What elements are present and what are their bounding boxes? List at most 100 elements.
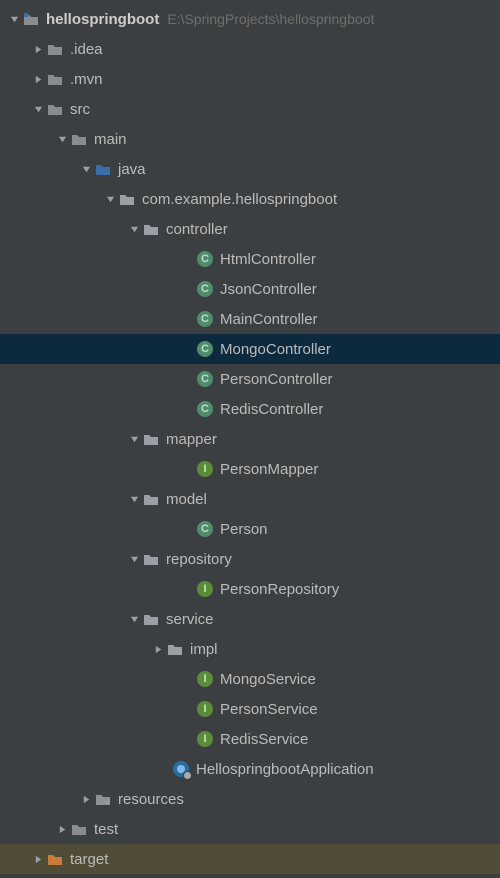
folder-icon — [46, 850, 64, 868]
tree-node-root[interactable]: hellospringboot E:\SpringProjects\hellosp… — [0, 4, 500, 34]
tree-arrow-down-icon[interactable] — [54, 131, 70, 147]
tree-node-label: JsonController — [220, 281, 317, 298]
tree-node-label: model — [166, 491, 207, 508]
tree-node-label: RedisController — [220, 401, 323, 418]
tree-node-test[interactable]: test — [0, 814, 500, 844]
tree-node-label: HtmlController — [220, 251, 316, 268]
interface-icon: I — [196, 460, 214, 478]
tree-node-personRepository[interactable]: I PersonRepository — [0, 574, 500, 604]
tree-node-model[interactable]: model — [0, 484, 500, 514]
tree-arrow-right-icon[interactable] — [30, 41, 46, 57]
interface-icon: I — [196, 730, 214, 748]
tree-arrow-down-icon[interactable] — [30, 101, 46, 117]
tree-node-mongoController[interactable]: C MongoController — [0, 334, 500, 364]
tree-node-idea[interactable]: .idea — [0, 34, 500, 64]
tree-node-personController[interactable]: C PersonController — [0, 364, 500, 394]
tree-node-label: .idea — [70, 41, 103, 58]
tree-node-label: PersonRepository — [220, 581, 339, 598]
folder-icon — [142, 430, 160, 448]
tree-node-package[interactable]: com.example.hellospringboot — [0, 184, 500, 214]
folder-icon — [94, 790, 112, 808]
tree-node-jsonController[interactable]: C JsonController — [0, 274, 500, 304]
tree-node-label: hellospringboot — [46, 11, 159, 28]
tree-node-mvn[interactable]: .mvn — [0, 64, 500, 94]
tree-arrow-right-icon[interactable] — [30, 851, 46, 867]
tree-arrow-down-icon[interactable] — [126, 491, 142, 507]
project-tree[interactable]: hellospringboot E:\SpringProjects\hellosp… — [0, 0, 500, 874]
tree-node-label: controller — [166, 221, 228, 238]
tree-node-label: main — [94, 131, 127, 148]
tree-node-mapper[interactable]: mapper — [0, 424, 500, 454]
tree-node-label: resources — [118, 791, 184, 808]
tree-node-java[interactable]: java — [0, 154, 500, 184]
folder-icon — [142, 610, 160, 628]
project-path-hint: E:\SpringProjects\hellospringboot — [167, 11, 374, 27]
tree-arrow-right-icon[interactable] — [54, 821, 70, 837]
tree-node-src[interactable]: src — [0, 94, 500, 124]
tree-node-redisService[interactable]: I RedisService — [0, 724, 500, 754]
folder-icon — [166, 640, 184, 658]
tree-arrow-right-icon[interactable] — [30, 71, 46, 87]
tree-node-person[interactable]: CPerson — [0, 514, 500, 544]
tree-node-personMapper[interactable]: I PersonMapper — [0, 454, 500, 484]
tree-node-htmlController[interactable]: C HtmlController — [0, 244, 500, 274]
tree-node-label: test — [94, 821, 118, 838]
tree-node-label: HellospringbootApplication — [196, 761, 374, 778]
tree-arrow-down-icon[interactable] — [6, 11, 22, 27]
folder-icon — [94, 160, 112, 178]
folder-icon — [46, 100, 64, 118]
tree-node-redisController[interactable]: C RedisController — [0, 394, 500, 424]
folder-icon — [142, 220, 160, 238]
tree-node-label: java — [118, 161, 146, 178]
class-icon: C — [196, 400, 214, 418]
tree-node-label: com.example.hellospringboot — [142, 191, 337, 208]
tree-arrow-down-icon[interactable] — [126, 221, 142, 237]
tree-node-label: PersonMapper — [220, 461, 318, 478]
tree-node-mainController[interactable]: C MainController — [0, 304, 500, 334]
interface-icon: I — [196, 700, 214, 718]
tree-node-mongoService[interactable]: IMongoService — [0, 664, 500, 694]
tree-node-repository[interactable]: repository — [0, 544, 500, 574]
class-icon: C — [196, 520, 214, 538]
spring-boot-app-icon — [172, 760, 190, 778]
class-icon: C — [196, 370, 214, 388]
class-icon: C — [196, 310, 214, 328]
tree-arrow-down-icon[interactable] — [126, 551, 142, 567]
tree-node-label: service — [166, 611, 214, 628]
tree-node-controller[interactable]: controller — [0, 214, 500, 244]
interface-icon: I — [196, 580, 214, 598]
tree-node-personService[interactable]: I PersonService — [0, 694, 500, 724]
tree-node-label: src — [70, 101, 90, 118]
tree-node-label: MongoService — [220, 671, 316, 688]
tree-arrow-down-icon[interactable] — [78, 161, 94, 177]
tree-node-target[interactable]: target — [0, 844, 500, 874]
tree-node-label: impl — [190, 641, 218, 658]
module-icon — [22, 10, 40, 28]
tree-node-label: PersonController — [220, 371, 333, 388]
tree-arrow-down-icon[interactable] — [126, 431, 142, 447]
tree-node-label: RedisService — [220, 731, 308, 748]
class-icon: C — [196, 250, 214, 268]
tree-node-label: repository — [166, 551, 232, 568]
folder-icon — [142, 490, 160, 508]
folder-icon — [46, 40, 64, 58]
class-icon: C — [196, 340, 214, 358]
tree-arrow-right-icon[interactable] — [78, 791, 94, 807]
tree-node-impl[interactable]: impl — [0, 634, 500, 664]
folder-icon — [142, 550, 160, 568]
tree-arrow-right-icon[interactable] — [150, 641, 166, 657]
tree-arrow-down-icon[interactable] — [126, 611, 142, 627]
tree-node-label: .mvn — [70, 71, 103, 88]
tree-arrow-down-icon[interactable] — [102, 191, 118, 207]
class-icon: C — [196, 280, 214, 298]
tree-node-label: mapper — [166, 431, 217, 448]
tree-node-label: MainController — [220, 311, 318, 328]
tree-node-resources[interactable]: resources — [0, 784, 500, 814]
tree-node-service[interactable]: service — [0, 604, 500, 634]
folder-icon — [118, 190, 136, 208]
tree-node-app[interactable]: HellospringbootApplication — [0, 754, 500, 784]
tree-node-label: MongoController — [220, 341, 331, 358]
tree-node-main[interactable]: main — [0, 124, 500, 154]
tree-node-label: PersonService — [220, 701, 318, 718]
folder-icon — [70, 820, 88, 838]
